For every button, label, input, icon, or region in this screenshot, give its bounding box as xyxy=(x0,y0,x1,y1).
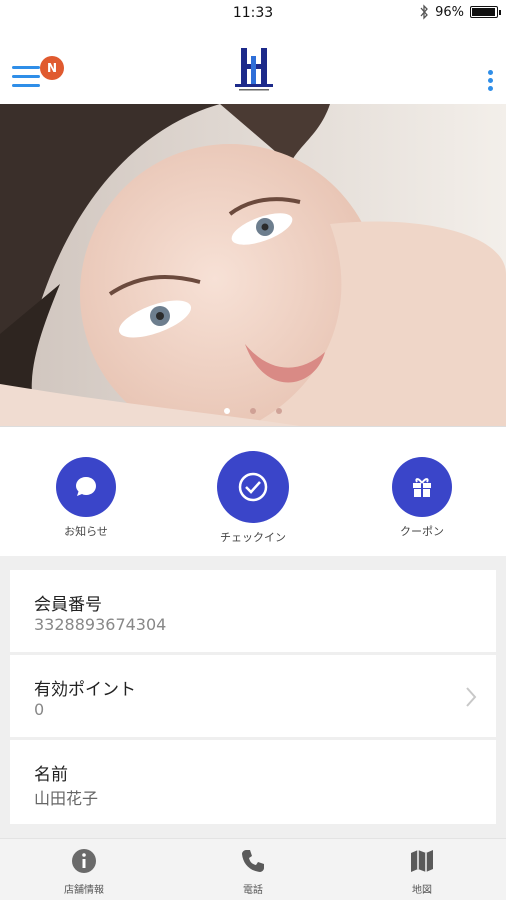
nav-phone[interactable]: 電話 xyxy=(193,847,313,896)
nav-store-info[interactable]: 店舗情報 xyxy=(24,847,144,896)
nav-store-info-label: 店舗情報 xyxy=(64,885,104,896)
brand-logo xyxy=(235,48,273,91)
info-icon xyxy=(72,849,96,873)
checkin-label: チェックイン xyxy=(220,531,286,544)
phone-icon xyxy=(242,850,264,872)
member-number-value: 3328893674304 xyxy=(34,615,167,634)
more-options-icon[interactable] xyxy=(486,70,494,92)
quick-actions: お知らせ チェックイン クーポン xyxy=(0,426,506,556)
carousel-dot[interactable] xyxy=(224,408,230,414)
name-label: 名前 xyxy=(34,765,68,785)
points-card[interactable]: 有効ポイント 0 xyxy=(10,655,496,737)
hero-image xyxy=(0,104,506,426)
nav-phone-label: 電話 xyxy=(243,885,263,896)
member-number-label: 会員番号 xyxy=(34,595,102,615)
nav-map-label: 地図 xyxy=(412,885,432,896)
status-bar: 11:33 96% xyxy=(0,0,506,26)
check-circle-icon xyxy=(217,451,289,523)
status-right: 96% xyxy=(419,4,501,20)
member-number-card: 会員番号 3328893674304 xyxy=(10,570,496,652)
app-bar: N xyxy=(0,26,506,104)
hero-carousel[interactable] xyxy=(0,104,506,426)
news-button[interactable]: お知らせ xyxy=(16,457,156,539)
checkin-button[interactable]: チェックイン xyxy=(183,451,323,545)
coupon-button[interactable]: クーポン xyxy=(352,457,492,539)
carousel-indicator xyxy=(0,408,506,414)
battery-percent: 96% xyxy=(435,4,464,20)
carousel-dot[interactable] xyxy=(250,408,256,414)
hamburger-menu-icon[interactable] xyxy=(12,66,42,90)
coupon-label: クーポン xyxy=(400,525,444,538)
points-label: 有効ポイント xyxy=(34,680,136,700)
gift-icon xyxy=(392,457,452,517)
carousel-dot[interactable] xyxy=(276,408,282,414)
chat-bubble-icon xyxy=(56,457,116,517)
chevron-right-icon xyxy=(466,687,477,707)
bluetooth-icon xyxy=(420,4,428,20)
notification-badge: N xyxy=(40,56,64,80)
map-icon xyxy=(411,850,433,872)
nav-map[interactable]: 地図 xyxy=(362,847,482,896)
name-card: 名前 山田花子 xyxy=(10,740,496,824)
news-label: お知らせ xyxy=(64,525,108,538)
name-value: 山田花子 xyxy=(34,789,99,808)
points-value: 0 xyxy=(34,700,45,719)
bottom-nav: 店舗情報 電話 地図 xyxy=(0,838,506,900)
battery-icon xyxy=(470,6,501,18)
battery-level xyxy=(472,8,495,16)
